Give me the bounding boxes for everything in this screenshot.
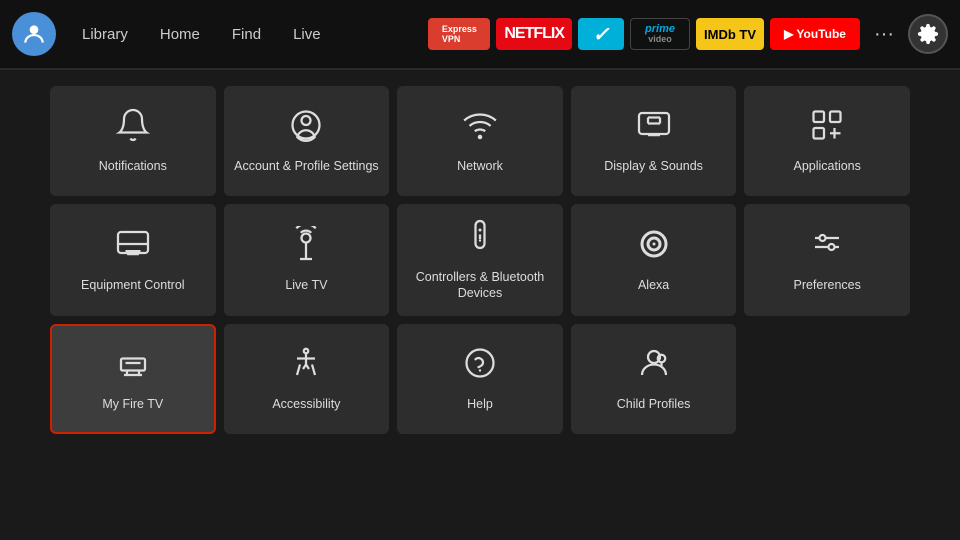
expressvpn-shortcut[interactable]: ExpressVPN [428,18,490,50]
apps-icon [809,107,845,148]
nav-live[interactable]: Live [279,20,335,49]
network-label: Network [457,158,503,174]
account-profile-tile[interactable]: Account & Profile Settings [224,86,390,196]
accessibility-label: Accessibility [272,396,340,412]
display-sounds-tile[interactable]: Display & Sounds [571,86,737,196]
display-icon [636,107,672,148]
controllers-bluetooth-label: Controllers & Bluetooth Devices [405,269,555,302]
nav-divider [0,68,960,70]
applications-tile[interactable]: Applications [744,86,910,196]
freevee-shortcut[interactable]: ✓ [578,18,624,50]
live-tv-tile[interactable]: Live TV [224,204,390,316]
prime-shortcut[interactable]: prime video [630,18,690,50]
my-fire-tv-label: My Fire TV [102,396,163,412]
account-profile-label: Account & Profile Settings [234,158,379,174]
notifications-label: Notifications [99,158,167,174]
netflix-shortcut[interactable]: NETFLIX [496,18,572,50]
preferences-tile[interactable]: Preferences [744,204,910,316]
alexa-label: Alexa [638,277,669,293]
child-profiles-tile[interactable]: Child Profiles [571,324,737,434]
accessibility-tile[interactable]: Accessibility [224,324,390,434]
network-tile[interactable]: Network [397,86,563,196]
alexa-tile[interactable]: Alexa [571,204,737,316]
nav-links: Library Home Find Live [68,20,335,49]
imdb-shortcut[interactable]: IMDb TV [696,18,764,50]
accessibility-icon [288,345,324,386]
nav-home[interactable]: Home [146,20,214,49]
alexa-icon [636,226,672,267]
wifi-icon [462,107,498,148]
nav-find[interactable]: Find [218,20,275,49]
controllers-bluetooth-tile[interactable]: Controllers & Bluetooth Devices [397,204,563,316]
live-tv-label: Live TV [285,277,327,293]
sliders-icon [809,226,845,267]
child-profiles-icon [636,345,672,386]
child-profiles-label: Child Profiles [617,396,691,412]
applications-label: Applications [793,158,860,174]
antenna-icon [288,226,324,267]
settings-grid: Notifications Account & Profile Settings… [0,74,960,446]
top-navigation: Library Home Find Live ExpressVPN NETFLI… [0,0,960,68]
more-apps-button[interactable]: ··· [866,19,902,50]
person-circle-icon [288,107,324,148]
help-icon [462,345,498,386]
equipment-control-tile[interactable]: Equipment Control [50,204,216,316]
my-fire-tv-tile[interactable]: My Fire TV [50,324,216,434]
bell-icon [115,107,151,148]
help-tile[interactable]: Help [397,324,563,434]
help-label: Help [467,396,493,412]
settings-button[interactable] [908,14,948,54]
nav-library[interactable]: Library [68,20,142,49]
preferences-label: Preferences [793,277,860,293]
monitor-icon [115,226,151,267]
firetv-icon [115,345,151,386]
app-shortcuts: ExpressVPN NETFLIX ✓ prime video IMDb TV… [428,14,948,54]
empty-tile [744,324,910,434]
youtube-shortcut[interactable]: ▶ YouTube [770,18,860,50]
notifications-tile[interactable]: Notifications [50,86,216,196]
remote-icon [462,218,498,259]
equipment-control-label: Equipment Control [81,277,185,293]
user-avatar[interactable] [12,12,56,56]
display-sounds-label: Display & Sounds [604,158,703,174]
